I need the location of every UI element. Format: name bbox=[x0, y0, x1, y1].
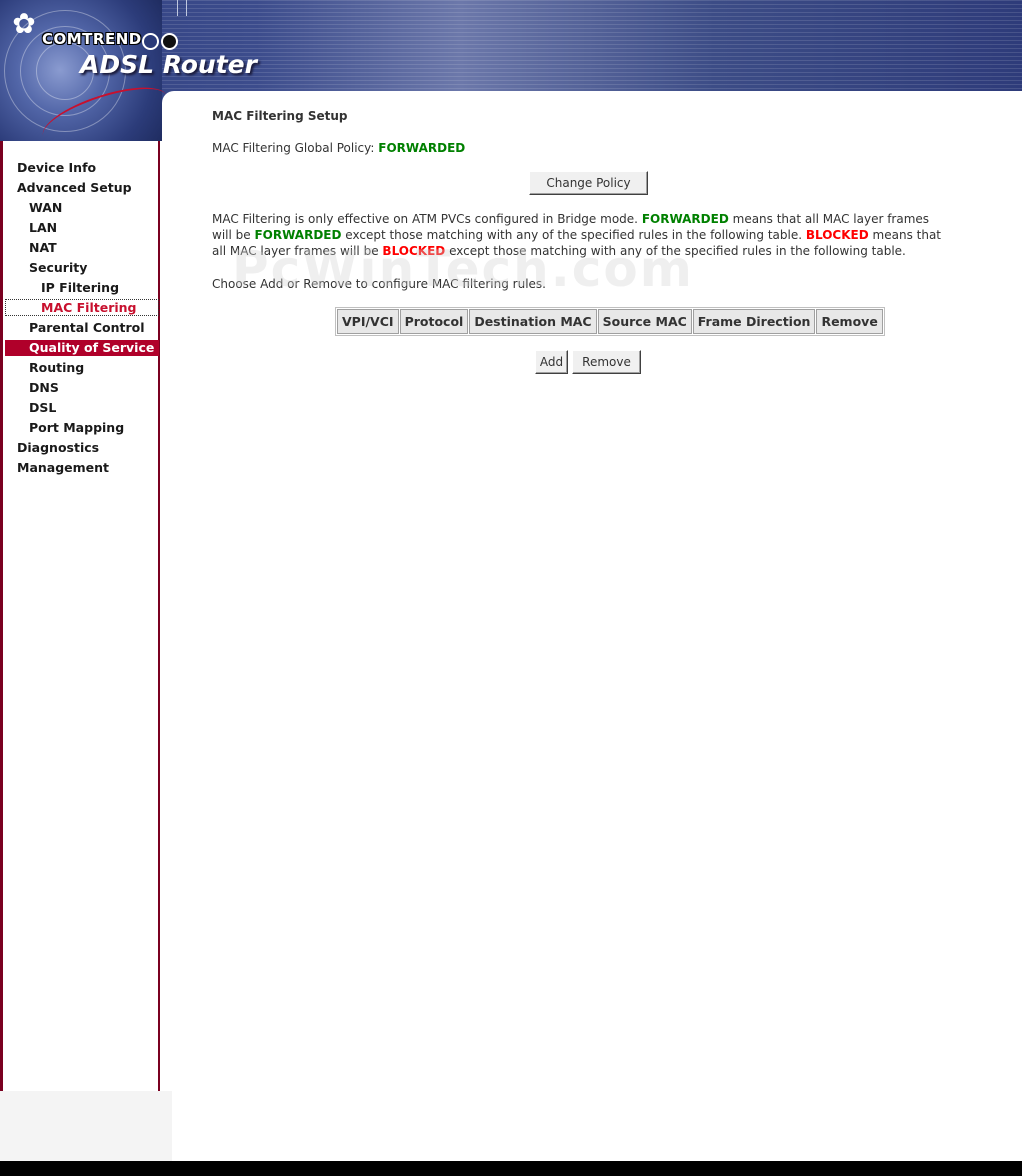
policy-label: MAC Filtering Global Policy: bbox=[212, 141, 375, 155]
sidebar-item-dns[interactable]: DNS bbox=[3, 378, 161, 398]
remove-button[interactable]: Remove bbox=[572, 350, 641, 374]
sidebar-item-parental-control[interactable]: Parental Control bbox=[3, 318, 161, 338]
comtrend-flower-icon: ✿ bbox=[12, 7, 36, 40]
policy-description: MAC Filtering is only effective on ATM P… bbox=[212, 211, 942, 259]
change-policy-button[interactable]: Change Policy bbox=[529, 171, 648, 195]
banner-stripes bbox=[160, 0, 1022, 90]
main-content: MAC Filtering Setup MAC Filtering Global… bbox=[212, 108, 942, 291]
sidebar-item-diagnostics[interactable]: Diagnostics bbox=[3, 438, 161, 458]
sidebar-item-lan[interactable]: LAN bbox=[3, 218, 161, 238]
column-header-protocol: Protocol bbox=[399, 309, 469, 334]
sidebar-item-nat[interactable]: NAT bbox=[3, 238, 161, 258]
page-title: MAC Filtering Setup bbox=[212, 109, 348, 123]
sidebar-item-mac-filtering[interactable]: MAC Filtering bbox=[5, 299, 159, 316]
add-button[interactable]: Add bbox=[535, 350, 568, 374]
column-header-source-mac: Source MAC bbox=[597, 309, 692, 334]
sidebar: Device Info Advanced Setup WAN LAN NAT S… bbox=[0, 141, 160, 1091]
column-header-destination-mac: Destination MAC bbox=[469, 309, 597, 334]
desc-text: except those matching with any of the sp… bbox=[345, 228, 803, 242]
desc-text: MAC Filtering is only effective on ATM P… bbox=[212, 212, 638, 226]
table-header-row: VPI/VCI Protocol Destination MAC Source … bbox=[337, 309, 883, 334]
sidebar-item-port-mapping[interactable]: Port Mapping bbox=[3, 418, 161, 438]
sidebar-item-management[interactable]: Management bbox=[3, 458, 161, 478]
global-policy: MAC Filtering Global Policy: FORWARDED bbox=[212, 140, 465, 156]
sidebar-item-ip-filtering[interactable]: IP Filtering bbox=[3, 278, 161, 298]
sidebar-footer bbox=[0, 1091, 172, 1161]
footer-bar bbox=[0, 1161, 1022, 1176]
sidebar-item-dsl[interactable]: DSL bbox=[3, 398, 161, 418]
sidebar-item-security[interactable]: Security bbox=[3, 258, 161, 278]
sidebar-item-device-info[interactable]: Device Info bbox=[3, 158, 161, 178]
desc-forwarded: FORWARDED bbox=[641, 212, 729, 226]
sidebar-item-advanced-setup[interactable]: Advanced Setup bbox=[3, 178, 161, 198]
sidebar-nav: Device Info Advanced Setup WAN LAN NAT S… bbox=[3, 158, 161, 478]
brand-logo: COMTREND bbox=[42, 30, 142, 48]
column-header-frame-direction: Frame Direction bbox=[692, 309, 816, 334]
sidebar-item-wan[interactable]: WAN bbox=[3, 198, 161, 218]
column-header-vpi-vci: VPI/VCI bbox=[337, 309, 399, 334]
banner-tick bbox=[177, 0, 187, 16]
sidebar-item-quality-of-service[interactable]: Quality of Service bbox=[5, 340, 159, 356]
column-header-remove: Remove bbox=[816, 309, 883, 334]
policy-value: FORWARDED bbox=[378, 141, 466, 155]
desc-blocked: BLOCKED bbox=[382, 244, 446, 258]
desc-text: except those matching with any of the sp… bbox=[449, 244, 906, 258]
instruction-text: Choose Add or Remove to configure MAC fi… bbox=[212, 277, 546, 291]
desc-blocked: BLOCKED bbox=[805, 228, 869, 242]
sidebar-item-routing[interactable]: Routing bbox=[3, 358, 161, 378]
mac-filter-rules-table: VPI/VCI Protocol Destination MAC Source … bbox=[335, 307, 885, 336]
product-name: ADSL Router bbox=[80, 50, 257, 79]
desc-forwarded: FORWARDED bbox=[254, 228, 342, 242]
